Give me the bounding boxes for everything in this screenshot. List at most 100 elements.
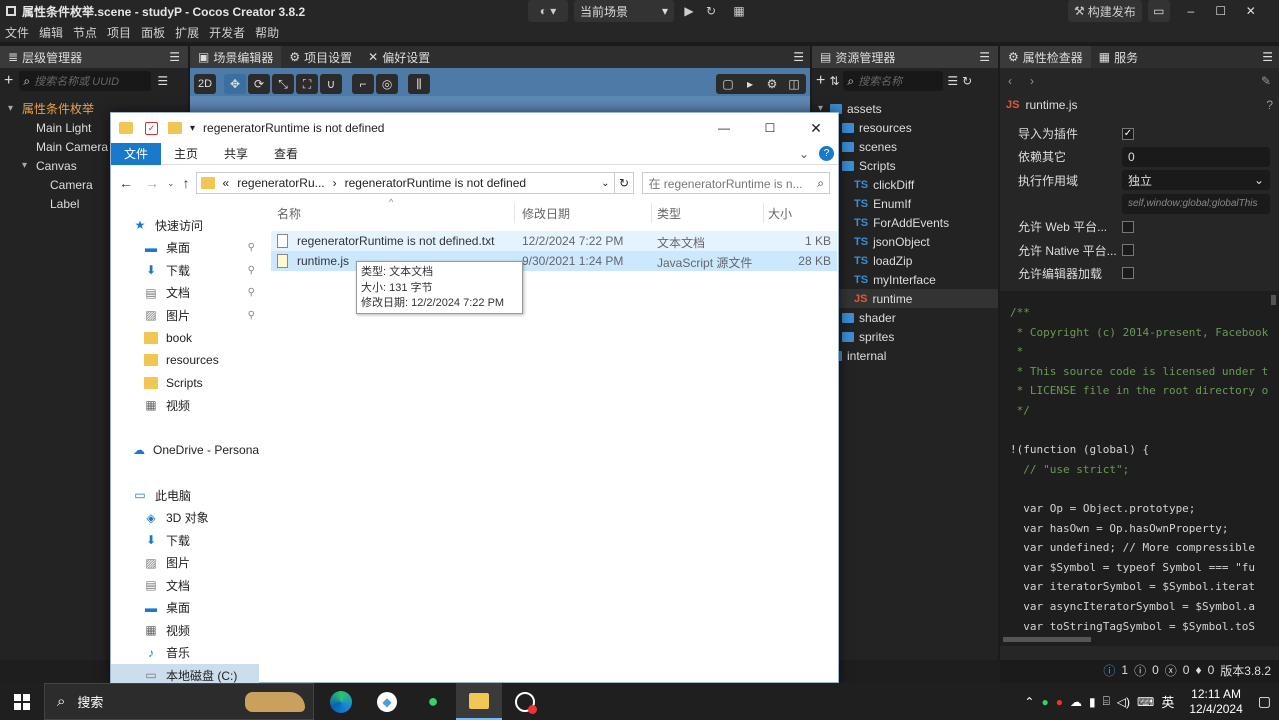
- forward-arrow-icon[interactable]: →: [145, 175, 159, 191]
- nav-item[interactable]: ♪ 音乐: [111, 642, 259, 665]
- mic-icon[interactable]: ▮: [1089, 695, 1096, 709]
- nav-item[interactable]: ⬇ 下载 ⚲: [111, 259, 259, 282]
- prop-checkbox[interactable]: [1122, 220, 1134, 233]
- expand-ribbon-icon[interactable]: ⌄: [799, 147, 809, 161]
- menu-panel[interactable]: 面板: [141, 24, 165, 41]
- menu-icon[interactable]: ☰: [979, 50, 990, 64]
- menu-icon[interactable]: ☰: [169, 50, 180, 64]
- pin-icon[interactable]: ✎: [1261, 74, 1271, 88]
- tab-inspector[interactable]: ⚙ 属性检查器: [1000, 46, 1091, 68]
- chevron-up-icon[interactable]: ⌃: [1024, 695, 1034, 709]
- menu-project[interactable]: 项目: [107, 24, 131, 41]
- play-icon[interactable]: ▶: [678, 0, 700, 22]
- chevron-down-icon[interactable]: ▾: [190, 123, 195, 134]
- antivirus-icon[interactable]: ●: [1056, 695, 1063, 709]
- maximize-icon[interactable]: ☐: [748, 113, 792, 143]
- refresh-icon[interactable]: ↻: [700, 0, 722, 22]
- ime-indicator[interactable]: 英: [1161, 692, 1174, 711]
- horizontal-scrollbar[interactable]: [1003, 637, 1091, 642]
- keyboard-icon[interactable]: ⌨: [1137, 695, 1154, 709]
- publish-button[interactable]: ⚒ 构建发布: [1068, 0, 1142, 22]
- close-icon[interactable]: ✕: [794, 113, 838, 143]
- wechat-icon[interactable]: ●: [410, 683, 456, 720]
- tab-project-settings[interactable]: ⚙ 项目设置: [281, 46, 361, 68]
- prop-select[interactable]: 独立 ⌄: [1122, 170, 1270, 191]
- cloud-icon[interactable]: ☁: [1070, 695, 1082, 709]
- minimize-icon[interactable]: —: [702, 113, 746, 143]
- nav-item[interactable]: ▨ 图片 ⚲: [111, 304, 259, 327]
- add-icon[interactable]: +: [4, 72, 13, 90]
- camera-icon[interactable]: ▸: [740, 74, 760, 94]
- asset-item[interactable]: resources: [812, 118, 998, 137]
- nav-item[interactable]: ⬇ 下载: [111, 529, 259, 552]
- app-drop-icon[interactable]: ◆: [364, 683, 410, 720]
- rotate-tool-icon[interactable]: ⟳: [248, 74, 271, 94]
- pin-icon[interactable]: ⚲: [248, 265, 255, 276]
- list-icon[interactable]: ☰: [157, 74, 168, 88]
- menu-node[interactable]: 节点: [73, 24, 97, 41]
- asset-item[interactable]: scenes: [812, 137, 998, 156]
- gizmo-icon[interactable]: ◫: [784, 74, 804, 94]
- scale-tool-icon[interactable]: ⤡: [272, 74, 295, 94]
- menu-extension[interactable]: 扩展: [175, 24, 199, 41]
- snap-icon[interactable]: ⫼: [408, 74, 431, 94]
- tab-preferences[interactable]: ✕ 偏好设置: [360, 46, 439, 68]
- new-folder-icon[interactable]: [168, 122, 182, 134]
- address-bar[interactable]: « regeneratorRu... › regeneratorRuntime …: [195, 172, 615, 194]
- windows-start-icon[interactable]: [0, 683, 44, 720]
- add-icon[interactable]: +: [816, 72, 825, 90]
- maximize-icon[interactable]: ☐: [1206, 0, 1236, 22]
- wechat-tray-icon[interactable]: ●: [1041, 695, 1048, 709]
- move-tool-icon[interactable]: ✥: [224, 74, 247, 94]
- asset-item[interactable]: TS loadZip: [812, 251, 998, 270]
- nav-item[interactable]: ◈ 3D 对象: [111, 507, 259, 530]
- tab-service[interactable]: ▦ 服务: [1090, 46, 1147, 68]
- expand-arrow-icon[interactable]: ▾: [8, 103, 20, 114]
- nav-item[interactable]: ▬ 桌面 ⚲: [111, 237, 259, 260]
- prop-checkbox[interactable]: ✓: [1122, 127, 1134, 140]
- close-icon[interactable]: ✕: [1236, 0, 1266, 22]
- cocos-dashboard-icon[interactable]: [502, 683, 548, 720]
- search-input[interactable]: 在 regeneratorRuntime is n... ⌕: [642, 172, 830, 194]
- asset-item[interactable]: shader: [812, 308, 998, 327]
- asset-item[interactable]: JS runtime: [812, 289, 998, 308]
- local-icon[interactable]: ◎: [376, 74, 399, 94]
- col-type[interactable]: 类型: [657, 205, 681, 222]
- back-arrow-icon[interactable]: ←: [119, 175, 133, 191]
- pin-icon[interactable]: ⚲: [248, 310, 255, 321]
- scene-select[interactable]: 当前场景 ▾: [574, 0, 674, 22]
- nav-item[interactable]: ▭ 本地磁盘 (C:): [111, 664, 259, 684]
- nav-item[interactable]: ▨ 图片: [111, 552, 259, 575]
- volume-icon[interactable]: ◁): [1117, 695, 1130, 709]
- clock[interactable]: 12:11 AM 12/4/2024: [1189, 687, 1242, 717]
- asset-item[interactable]: ▾ assets: [812, 99, 998, 118]
- ribbon-view[interactable]: 查看: [261, 145, 311, 162]
- recent-icon[interactable]: ⌄: [167, 178, 175, 189]
- asset-item[interactable]: TS EnumIf: [812, 194, 998, 213]
- nav-item[interactable]: ▦ 视频: [111, 619, 259, 642]
- col-size[interactable]: 大小: [768, 205, 792, 222]
- tab-assets[interactable]: ▤ 资源管理器 ☰: [812, 46, 998, 68]
- col-name[interactable]: 名称: [277, 205, 301, 222]
- asset-item[interactable]: TS myInterface: [812, 270, 998, 289]
- file-row[interactable]: regeneratorRuntime is not defined.txt 12/…: [271, 231, 837, 251]
- ribbon-file[interactable]: 文件: [111, 142, 162, 165]
- up-arrow-icon[interactable]: ↑: [183, 175, 190, 191]
- nav-item[interactable]: ★ 快速访问: [111, 214, 259, 237]
- edge-icon[interactable]: [318, 683, 364, 720]
- asset-item[interactable]: ▾Scripts: [812, 156, 998, 175]
- asset-item[interactable]: sprites: [812, 327, 998, 346]
- search-input[interactable]: ⌕ 搜索名称: [843, 71, 944, 91]
- settings-icon[interactable]: ⚙: [762, 74, 782, 94]
- sort-icon[interactable]: ⇅: [829, 74, 839, 88]
- network-icon[interactable]: ⌸: [1103, 694, 1110, 709]
- vertical-scrollbar[interactable]: [1271, 295, 1276, 305]
- help-icon[interactable]: ?: [819, 146, 834, 161]
- nav-item[interactable]: ▦ 视频: [111, 394, 259, 417]
- asset-item[interactable]: TS ForAddEvents: [812, 213, 998, 232]
- view-icon[interactable]: ▢: [718, 74, 738, 94]
- menu-edit[interactable]: 编辑: [39, 24, 63, 41]
- tab-scene-editor[interactable]: ▣ 场景编辑器: [190, 46, 282, 68]
- nav-item[interactable]: book: [111, 327, 259, 350]
- menu-help[interactable]: 帮助: [255, 24, 279, 41]
